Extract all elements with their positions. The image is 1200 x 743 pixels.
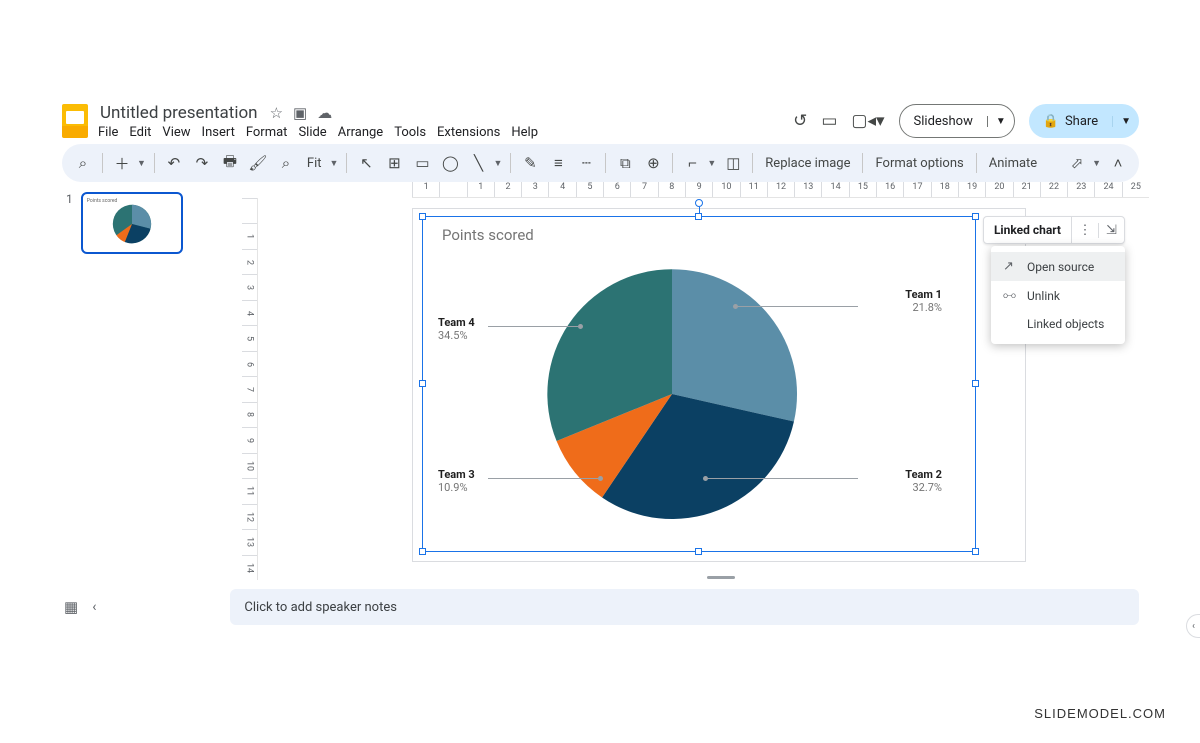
redo-icon[interactable]: ↷ <box>191 150 213 176</box>
shape-icon[interactable]: ◯ <box>439 150 461 176</box>
menu-slide[interactable]: Slide <box>298 125 326 140</box>
meet-icon[interactable]: ▢◂▾ <box>851 111 884 131</box>
unlink-icon[interactable]: ⇲ <box>1098 223 1124 238</box>
watermark: SLIDEMODEL.COM <box>1034 706 1166 721</box>
open-icon: ↗ <box>1003 259 1017 274</box>
ruler-vertical: 1234567891011121314 <box>242 198 258 580</box>
resize-handle[interactable] <box>972 548 979 555</box>
border-weight-icon[interactable]: ≡ <box>547 150 569 176</box>
resize-handle[interactable] <box>419 380 426 387</box>
label-team2: Team 2 32.7% <box>862 468 942 494</box>
format-options-button[interactable]: Format options <box>871 156 967 171</box>
menu-edit[interactable]: Edit <box>129 125 151 140</box>
share-dropdown[interactable]: ▼ <box>1112 116 1139 127</box>
link-icon[interactable]: ⧉ <box>614 150 636 176</box>
replace-image-button[interactable]: Replace image <box>761 156 854 171</box>
menu-file[interactable]: File <box>98 125 118 140</box>
print-icon[interactable]: 🖶 <box>219 150 241 176</box>
undo-icon[interactable]: ↶ <box>163 150 185 176</box>
speaker-notes[interactable]: Click to add speaker notes <box>230 589 1139 625</box>
zoom-icon[interactable]: ⌕ <box>275 150 297 176</box>
line-icon[interactable]: ╲ <box>467 150 489 176</box>
move-icon[interactable]: ▣ <box>293 104 307 122</box>
menu-arrange[interactable]: Arrange <box>338 125 383 140</box>
more-icon[interactable]: ⋮ <box>1072 223 1098 238</box>
grid-view-icon[interactable]: ▦ <box>64 598 78 616</box>
menu-view[interactable]: View <box>162 125 190 140</box>
pie-chart[interactable] <box>542 264 802 524</box>
crop-icon[interactable]: ⌐ <box>681 150 703 176</box>
slides-logo[interactable] <box>62 104 88 138</box>
new-slide-icon[interactable]: ＋ <box>111 150 133 176</box>
select-icon[interactable]: ↖ <box>355 150 377 176</box>
menu-open-source[interactable]: ↗Open source <box>991 252 1125 281</box>
label-team1: Team 1 21.8% <box>862 288 942 314</box>
cloud-icon[interactable]: ☁ <box>317 104 332 122</box>
comment-add-icon[interactable]: ⊕ <box>642 150 664 176</box>
textbox-icon[interactable]: ⊞ <box>383 150 405 176</box>
menu-insert[interactable]: Insert <box>202 125 235 140</box>
slide-number: 1 <box>66 192 73 580</box>
linked-chart-chip[interactable]: Linked chart ⋮ ⇲ <box>983 216 1125 244</box>
linked-chart-menu: ↗Open source ⧟Unlink Linked objects <box>991 246 1125 344</box>
menu-tools[interactable]: Tools <box>394 125 426 140</box>
resize-handle[interactable] <box>419 548 426 555</box>
notes-drag-handle[interactable] <box>707 576 735 579</box>
label-team4: Team 4 34.5% <box>438 316 518 342</box>
share-button[interactable]: 🔒Share ▼ <box>1029 104 1139 138</box>
rotate-handle[interactable] <box>695 199 703 207</box>
search-icon[interactable]: ⌕ <box>72 150 94 176</box>
collapse-filmstrip-icon[interactable]: ‹ <box>92 599 96 615</box>
menu-bar: File Edit View Insert Format Slide Arran… <box>98 125 538 140</box>
animate-button[interactable]: Animate <box>985 156 1041 171</box>
toolbar: ⌕ ＋▼ ↶ ↷ 🖶 🖌 ⌕ Fit▼ ↖ ⊞ ▭ ◯ ╲▼ ✎ ≡ ┄ ⧉ ⊕… <box>62 144 1139 182</box>
menu-unlink[interactable]: ⧟Unlink <box>991 281 1125 310</box>
menu-help[interactable]: Help <box>511 125 538 140</box>
resize-handle[interactable] <box>419 213 426 220</box>
menu-format[interactable]: Format <box>246 125 288 140</box>
star-icon[interactable]: ☆ <box>270 104 283 122</box>
border-color-icon[interactable]: ✎ <box>519 150 541 176</box>
history-icon[interactable]: ↺ <box>793 111 807 131</box>
label-team3: Team 3 10.9% <box>438 468 518 494</box>
resize-handle[interactable] <box>695 548 702 555</box>
paint-format-icon[interactable]: 🖌 <box>247 150 269 176</box>
thumbnail-chart <box>112 204 152 244</box>
slideshow-button[interactable]: Slideshow ▼ <box>899 104 1015 138</box>
ruler-horizontal: 1123456789101112131415161718192021222324… <box>412 182 1149 198</box>
resize-handle[interactable] <box>972 213 979 220</box>
comment-icon[interactable]: ▭ <box>821 111 837 131</box>
side-panel-toggle[interactable]: ‹ <box>1186 614 1200 638</box>
chart-title: Points scored <box>442 226 534 244</box>
menu-extensions[interactable]: Extensions <box>437 125 500 140</box>
menu-linked-objects[interactable]: Linked objects <box>991 310 1125 338</box>
mask-icon[interactable]: ◫ <box>722 150 744 176</box>
slideshow-dropdown[interactable]: ▼ <box>987 116 1014 127</box>
image-icon[interactable]: ▭ <box>411 150 433 176</box>
lock-icon: 🔒 <box>1043 114 1059 129</box>
slide-thumbnail[interactable]: Points scored <box>81 192 183 254</box>
pointer-icon[interactable]: ⬀ <box>1066 150 1088 176</box>
collapse-icon[interactable]: ˄ <box>1107 150 1129 176</box>
zoom-select[interactable]: Fit <box>303 156 326 171</box>
unlink-chain-icon: ⧟ <box>1003 288 1017 303</box>
doc-title[interactable]: Untitled presentation <box>98 103 260 123</box>
border-dash-icon[interactable]: ┄ <box>575 150 597 176</box>
resize-handle[interactable] <box>972 380 979 387</box>
resize-handle[interactable] <box>695 213 702 220</box>
